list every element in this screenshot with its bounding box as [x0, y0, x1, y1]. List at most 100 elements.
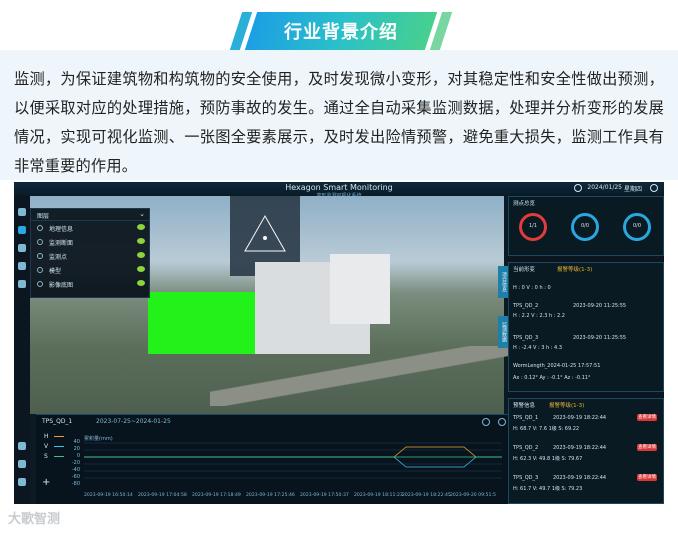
series-v-line	[84, 456, 502, 468]
overview-title: 测点总览	[513, 201, 536, 207]
x-tick: 2023-09-19 17:18:49	[192, 493, 241, 498]
layer-item[interactable]: 影像底图	[31, 277, 149, 291]
change-values: Ax : 0.12° Ay : -0.1° Az : -0.11°	[513, 375, 591, 381]
layer-icon	[37, 281, 43, 287]
export-icon[interactable]	[18, 478, 26, 486]
power-icon[interactable]	[650, 184, 658, 192]
layers-icon[interactable]	[18, 442, 26, 450]
change-point[interactable]: WormLength_2024-01-25 17:57:51	[513, 363, 600, 369]
gauge: 0/0	[623, 213, 651, 241]
change-time: 2023-09-20 11:25:55	[573, 335, 627, 341]
chevron-down-icon[interactable]: ⌄	[139, 210, 145, 218]
layer-item[interactable]: 模型	[31, 263, 149, 277]
layer-panel: 图层 ⌄ 地理信息 监测断面 监测点 模型 影像底图	[30, 208, 150, 298]
app-date: 2024/01/25	[587, 184, 622, 191]
layer-panel-title: 图层	[37, 213, 50, 220]
layer-icon	[37, 267, 43, 273]
y-tick: -80	[71, 481, 80, 487]
alert-point[interactable]: TPS_QD_1	[513, 415, 538, 421]
layer-panel-header: 图层 ⌄	[31, 209, 149, 221]
x-tick: 2023-09-19 18:11:23	[354, 493, 403, 498]
change-level: 报警等级(1-3)	[557, 267, 593, 273]
layer-label: 影像底图	[49, 282, 74, 289]
shield-icon[interactable]	[18, 226, 26, 234]
chart-icon[interactable]	[18, 244, 26, 252]
eye-icon[interactable]	[137, 266, 145, 272]
trend-chart-panel: TPS_QD_1 2023-07-25~2024-01-25 累积量(mm) H…	[36, 414, 510, 504]
change-values: H : 0 V : 0 h : 0	[513, 285, 551, 291]
building-model-tower	[330, 254, 390, 324]
legend-h: H	[44, 433, 49, 440]
layer-item[interactable]: 地理信息	[31, 221, 149, 235]
section-banner: 行业背景介绍	[0, 8, 678, 52]
view-detail-button[interactable]: 查看详情	[637, 444, 657, 451]
watermark: 大歌智测	[8, 512, 61, 527]
alert-point[interactable]: TPS_QD_2	[513, 445, 538, 451]
map-icon[interactable]	[18, 280, 26, 288]
overview-panel: 测点总览 1/1 0/0 0/0	[508, 196, 664, 256]
gauge: 1/1	[519, 213, 547, 241]
right-sidebar: 项目信息 监测数据 测点总览 1/1 0/0 0/0 当前形变 报警等级(1-3…	[498, 196, 664, 504]
layer-label: 监测点	[49, 254, 68, 261]
x-tick: 2023-09-19 18:22:45	[402, 493, 451, 498]
legend-v: V	[44, 443, 49, 450]
legend-s: S	[44, 453, 48, 460]
y-tick: 20	[73, 446, 80, 452]
view-detail-button[interactable]: 查看详情	[637, 414, 657, 421]
view-detail-button[interactable]: 查看详情	[637, 474, 657, 481]
add-icon[interactable]: +	[42, 477, 50, 488]
app-screenshot: Hexagon Smart Monitoring 变形监测可视化系统 2024/…	[14, 182, 664, 504]
eye-icon[interactable]	[137, 280, 145, 286]
alert-values: H: 68.7 V: 7.6 1级 S: 69.22	[513, 426, 580, 432]
user-icon[interactable]	[574, 184, 582, 192]
gauge-value: 1/1	[528, 223, 538, 229]
alert-values: H: 61.7 V: 49.7 1级 S: 79.23	[513, 486, 583, 492]
legend-h-line	[54, 436, 64, 437]
app-weekday: 星期四	[623, 186, 642, 193]
intro-panel: 监测，为保证建筑物和构筑物的安全使用，及时发现微小变形，对其稳定性和安全性做出预…	[0, 50, 678, 180]
layer-label: 监测断面	[49, 240, 74, 247]
gauge-value: 0/0	[580, 223, 590, 229]
layer-item[interactable]: 监测点	[31, 249, 149, 263]
change-point[interactable]: TPS_QD_3	[513, 335, 538, 341]
edit-icon[interactable]	[18, 460, 26, 468]
eye-icon[interactable]	[137, 252, 145, 258]
layer-icon	[37, 239, 43, 245]
x-tick: 2023-09-19 17:25:46	[246, 493, 295, 498]
alert-time: 2023-09-19 18:22:44	[553, 475, 607, 481]
grid-icon[interactable]	[18, 208, 26, 216]
x-tick: 2023-09-19 17:04:58	[138, 493, 187, 498]
y-tick: -60	[71, 474, 80, 480]
road	[210, 346, 510, 406]
layer-label: 地理信息	[49, 226, 74, 233]
gauge-value: 0/0	[632, 223, 642, 229]
x-tick: 2023-09-19 17:50:37	[300, 493, 349, 498]
layer-icon	[37, 225, 43, 231]
change-title: 当前形变	[513, 267, 536, 273]
change-values: H : -2.4 V : 3 h : 4.3	[513, 345, 563, 351]
x-tick: 2023-09-20 09:51:5	[450, 493, 496, 498]
y-tick: -20	[71, 460, 80, 466]
layer-item[interactable]: 监测断面	[31, 235, 149, 249]
y-tick: -40	[71, 467, 80, 473]
alert-point[interactable]: TPS_QD_3	[513, 475, 538, 481]
banner-title: 行业背景介绍	[284, 22, 398, 43]
chart-point-name: TPS_QD_1	[42, 418, 73, 425]
tab-monitor-data[interactable]: 监测数据	[498, 316, 508, 348]
alert-time: 2023-09-19 18:22:44	[553, 415, 607, 421]
x-tick: 2023-09-19 16:50:14	[84, 493, 133, 498]
tab-project-info[interactable]: 项目信息	[498, 266, 508, 298]
alert-title: 预警信息	[513, 403, 536, 409]
settings-icon[interactable]	[18, 262, 26, 270]
alert-level: 报警等级(1-3)	[549, 403, 585, 409]
change-panel: 当前形变 报警等级(1-3) H : 0 V : 0 h : 0 TPS_QD_…	[508, 262, 664, 392]
layer-icon	[37, 253, 43, 259]
left-toolbar	[14, 196, 30, 504]
close-icon[interactable]	[498, 418, 506, 426]
settings-icon[interactable]	[482, 418, 490, 426]
intro-text: 监测，为保证建筑物和构筑物的安全使用，及时发现微小变形，对其稳定性和安全性做出预…	[14, 70, 664, 175]
chart-date-range[interactable]: 2023-07-25~2024-01-25	[96, 418, 171, 425]
eye-icon[interactable]	[137, 238, 145, 244]
change-point[interactable]: TPS_QD_2	[513, 303, 538, 309]
eye-icon[interactable]	[137, 224, 145, 230]
